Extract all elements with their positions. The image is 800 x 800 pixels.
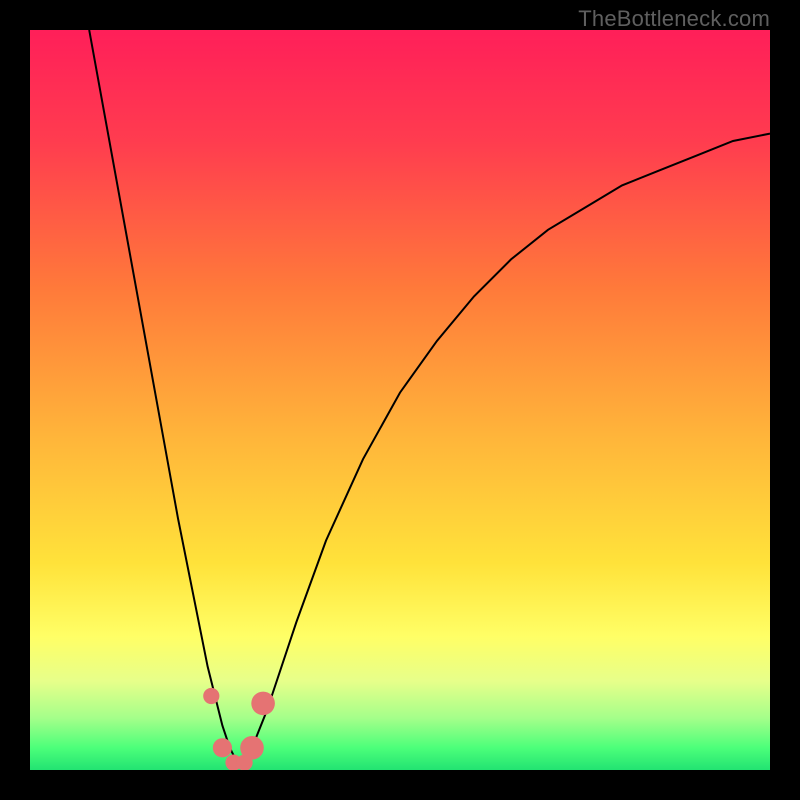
chart-frame bbox=[30, 30, 770, 770]
watermark-text: TheBottleneck.com bbox=[578, 6, 770, 32]
gradient-rect bbox=[30, 30, 770, 770]
pt-right-lower bbox=[240, 736, 264, 760]
bottleneck-chart bbox=[30, 30, 770, 770]
pt-left-lower bbox=[213, 738, 232, 757]
pt-right-upper bbox=[251, 692, 275, 716]
pt-left-upper bbox=[203, 688, 219, 704]
